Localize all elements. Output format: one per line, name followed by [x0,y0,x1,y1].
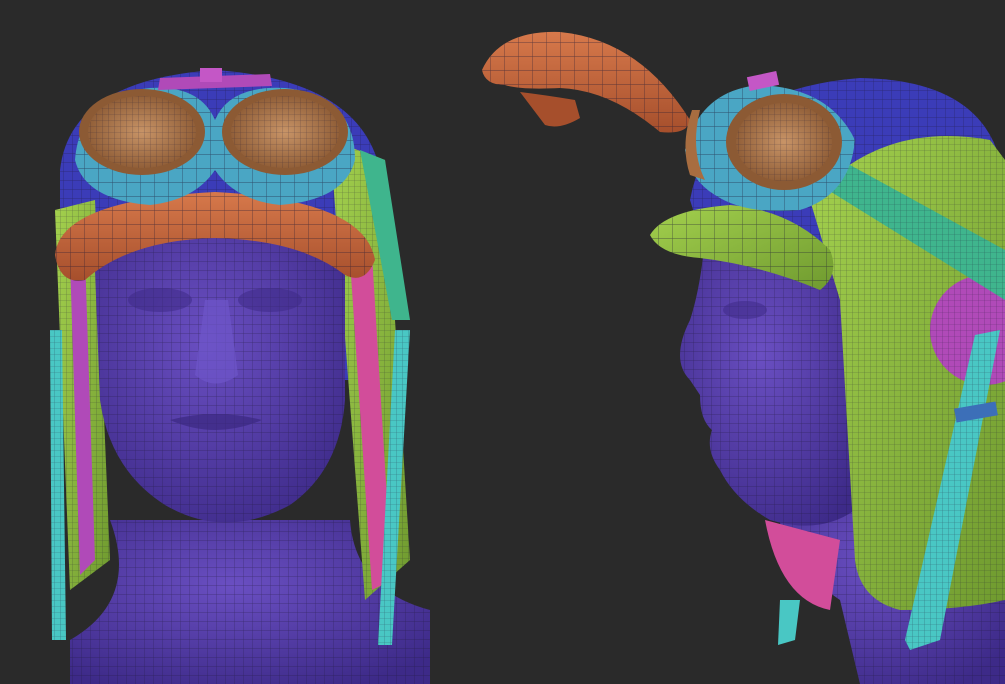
side-view-head [650,71,1005,684]
side-lower-strap [778,600,800,645]
visor-piece-underside [520,92,580,127]
front-buckle-clasp [200,68,222,82]
scene-canvas [50,31,1005,684]
viewport [0,0,1005,684]
front-view-head [50,68,430,684]
front-right-eye [238,288,302,312]
detached-visor [482,31,690,133]
front-left-eye [128,288,192,312]
side-eye [723,301,767,319]
